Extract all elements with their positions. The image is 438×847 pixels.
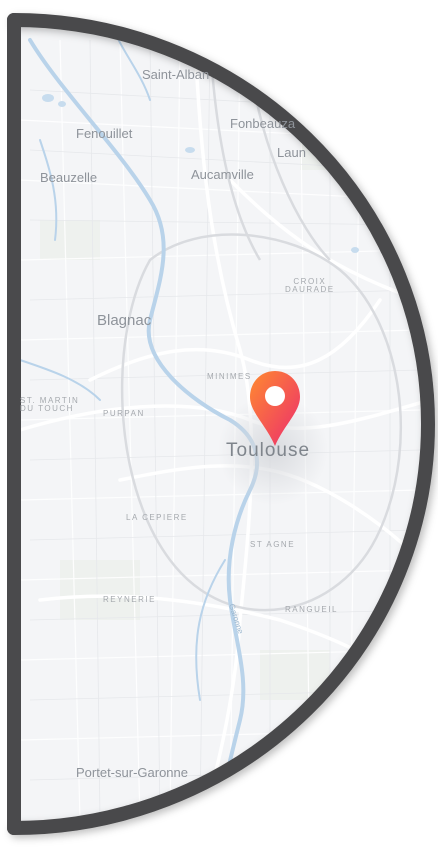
label-aucamville: Aucamville [191,167,254,182]
label-launaguet: Laun [277,145,306,160]
map-widget: Saint-Alban Fenouillet Fonbeauza Laun Be… [0,0,438,847]
label-croix-daurade: CROIX DAURADE [285,277,335,294]
label-portet: Portet-sur-Garonne [76,765,188,780]
label-rangueil: RANGUEIL [285,605,338,614]
label-st-agne: ST AGNE [250,540,296,549]
label-saint-alban: Saint-Alban [142,67,210,82]
label-reynerie: REYNERIE [103,595,156,604]
map-tiles [14,20,428,828]
half-circle-map[interactable] [0,0,438,847]
label-fonbeauzard: Fonbeauza [230,116,296,131]
label-la-cepiere: LA CEPIERE [126,513,188,522]
label-st-martin: ST. MARTIN DU TOUCH [20,396,80,413]
label-purpan: PURPAN [103,409,145,418]
label-blagnac: Blagnac [97,312,152,329]
label-minimes: MINIMES [207,372,252,381]
label-fenouillet: Fenouillet [76,126,133,141]
city-label: Toulouse [226,440,311,461]
label-beauzelle: Beauzelle [40,170,98,185]
